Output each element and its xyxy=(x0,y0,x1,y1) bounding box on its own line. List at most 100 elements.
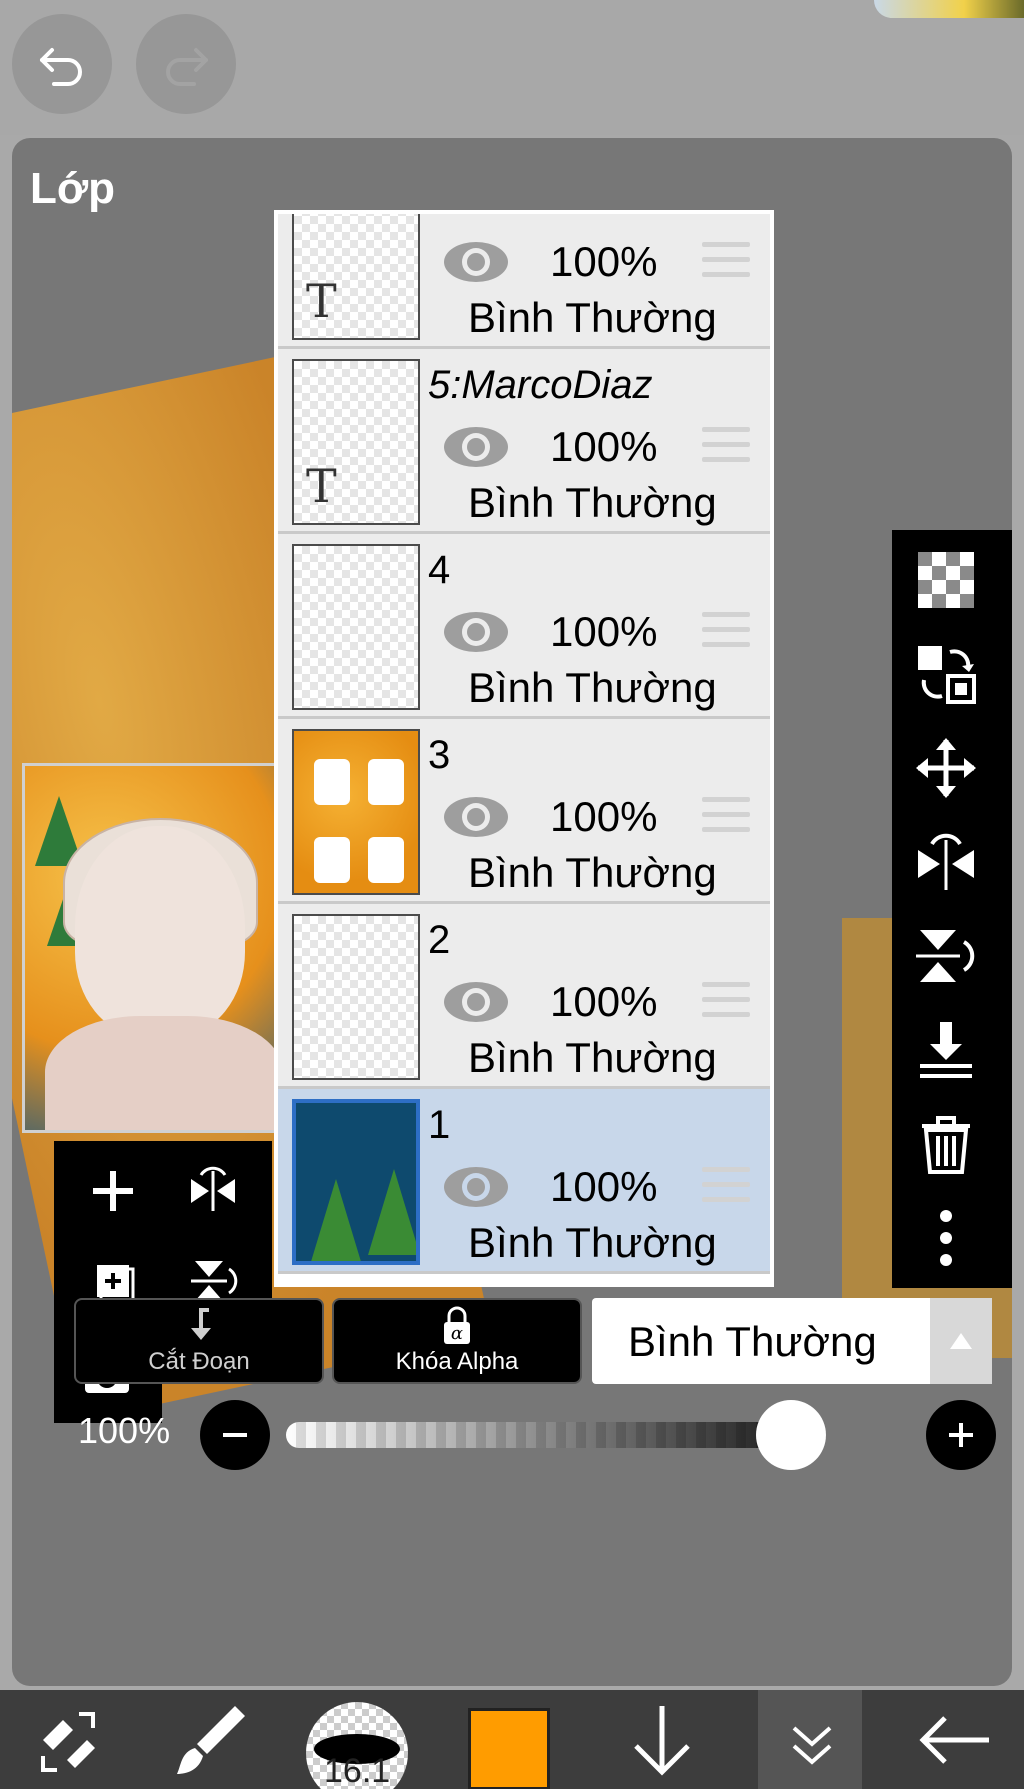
blend-mode-value: Bình Thường xyxy=(628,1318,877,1365)
transform-tool-button[interactable] xyxy=(14,1690,124,1789)
redo-icon xyxy=(166,48,208,86)
layer-blend-mode: Bình Thường xyxy=(468,664,717,711)
layer-thumbnail xyxy=(292,1099,420,1265)
flip-vertical-icon xyxy=(916,930,975,982)
brush-size-value: 16.1 xyxy=(324,1752,391,1789)
visibility-eye-icon[interactable] xyxy=(440,606,512,658)
color-swatch[interactable] xyxy=(468,1708,550,1789)
new-transparent-layer-button[interactable] xyxy=(904,538,988,622)
merge-down-button[interactable] xyxy=(904,1008,988,1092)
layer-opacity: 100% xyxy=(550,978,658,1025)
back-button[interactable] xyxy=(900,1690,1010,1789)
panel-title: Lớp xyxy=(30,164,116,213)
layer-opacity: 100% xyxy=(550,608,658,655)
layer-list[interactable]: T 100% Bình Thường T 5:MarcoDiaz 100% Bì… xyxy=(274,210,774,1287)
add-layer-button[interactable] xyxy=(68,1151,158,1231)
drag-handle-icon[interactable] xyxy=(702,982,750,1022)
drag-handle-icon[interactable] xyxy=(702,242,750,282)
visibility-eye-icon[interactable] xyxy=(440,791,512,843)
transform-icon xyxy=(41,1711,95,1772)
status-badge xyxy=(874,0,1024,18)
add-layer-icon xyxy=(93,1171,133,1211)
layer-thumbnail xyxy=(292,729,420,895)
opacity-increase-button[interactable] xyxy=(926,1400,996,1470)
flip-vertical-button[interactable] xyxy=(904,914,988,998)
layer-opacity: 100% xyxy=(550,1163,658,1210)
layer-panel: Lớp T 100% Bình Thường T 5:MarcoDiaz 100… xyxy=(12,138,1012,1686)
layer-opacity: 100% xyxy=(550,423,658,470)
layer-name: 4 xyxy=(428,548,451,592)
canvas-preview[interactable] xyxy=(22,763,300,1133)
layer-row[interactable]: 2 100% Bình Thường xyxy=(278,904,770,1089)
chevron-up-icon[interactable] xyxy=(930,1298,992,1384)
layer-row[interactable]: T 5:MarcoDiaz 100% Bình Thường xyxy=(278,349,770,534)
flip-horizontal-icon xyxy=(918,833,974,890)
layer-name: 5:MarcoDiaz xyxy=(428,363,653,407)
clipping-icon xyxy=(191,1308,211,1340)
layer-name: 3 xyxy=(428,733,451,777)
layer-thumbnail xyxy=(292,544,420,710)
transparency-icon xyxy=(918,552,974,608)
layer-name: 1 xyxy=(428,1103,451,1147)
minus-icon xyxy=(223,1433,247,1437)
visibility-eye-icon[interactable] xyxy=(440,976,512,1028)
more-icon xyxy=(940,1210,952,1266)
layer-row[interactable]: 4 100% Bình Thường xyxy=(278,534,770,719)
brush-size-indicator[interactable]: 16.1 xyxy=(306,1702,408,1789)
flip-horizontal-button[interactable] xyxy=(168,1151,258,1231)
alpha-lock-button[interactable]: α Khóa Alpha xyxy=(332,1298,582,1384)
layer-row-selected[interactable]: 1 100% Bình Thường xyxy=(278,1089,770,1274)
brush-tool-button[interactable] xyxy=(156,1690,266,1789)
collapse-button[interactable] xyxy=(762,1690,862,1789)
drag-handle-icon[interactable] xyxy=(702,612,750,652)
redo-button[interactable] xyxy=(136,14,236,114)
layer-row[interactable]: T 100% Bình Thường xyxy=(278,214,770,349)
opacity-slider-thumb[interactable] xyxy=(756,1400,826,1470)
visibility-eye-icon[interactable] xyxy=(440,1161,512,1213)
character-sweater xyxy=(45,1016,283,1130)
layer-opacity: 100% xyxy=(550,238,658,285)
move-icon xyxy=(916,738,976,798)
merge-down-icon xyxy=(920,1022,972,1078)
layer-thumbnail: T xyxy=(292,359,420,525)
layer-blend-mode: Bình Thường xyxy=(468,849,717,896)
opacity-decrease-button[interactable] xyxy=(200,1400,270,1470)
arrow-down-icon xyxy=(634,1705,690,1776)
brush-icon xyxy=(177,1705,245,1774)
layer-thumbnail: T xyxy=(292,214,420,340)
clipping-button[interactable]: Cắt Đoạn xyxy=(74,1298,324,1384)
layer-down-button[interactable] xyxy=(612,1690,712,1789)
drag-handle-icon[interactable] xyxy=(702,1167,750,1207)
drag-handle-icon[interactable] xyxy=(702,427,750,467)
blend-mode-select[interactable]: Bình Thường xyxy=(592,1298,992,1384)
layer-opacity: 100% xyxy=(550,793,658,840)
undo-icon xyxy=(40,48,82,86)
opacity-label: 100% xyxy=(78,1410,171,1451)
text-layer-icon: T xyxy=(306,274,337,328)
back-arrow-icon xyxy=(919,1715,989,1764)
main-toolbar: 16.1 xyxy=(0,1690,1024,1789)
layer-blend-mode: Bình Thường xyxy=(468,294,717,341)
text-layer-icon: T xyxy=(306,459,337,513)
more-options-button[interactable] xyxy=(904,1196,988,1280)
visibility-eye-icon[interactable] xyxy=(440,236,512,288)
undo-button[interactable] xyxy=(12,14,112,114)
layer-thumbnail xyxy=(292,914,420,1080)
opacity-slider[interactable] xyxy=(286,1422,826,1448)
layer-blend-mode: Bình Thường xyxy=(468,1034,717,1081)
plus-icon xyxy=(949,1423,973,1447)
clipping-label: Cắt Đoạn xyxy=(148,1348,250,1375)
layer-row[interactable]: 3 100% Bình Thường xyxy=(278,719,770,904)
visibility-eye-icon[interactable] xyxy=(440,421,512,473)
drag-handle-icon[interactable] xyxy=(702,797,750,837)
alpha-lock-label: Khóa Alpha xyxy=(395,1348,519,1375)
svg-text:α: α xyxy=(451,1323,463,1344)
swap-icon xyxy=(918,646,976,704)
move-layer-button[interactable] xyxy=(904,726,988,810)
trash-icon xyxy=(922,1116,970,1174)
delete-layer-button[interactable] xyxy=(904,1102,988,1186)
swap-layer-button[interactable] xyxy=(904,632,988,716)
character-face xyxy=(75,826,245,1036)
flip-horizontal-button[interactable] xyxy=(904,820,988,904)
lock-icon: α xyxy=(444,1306,470,1344)
